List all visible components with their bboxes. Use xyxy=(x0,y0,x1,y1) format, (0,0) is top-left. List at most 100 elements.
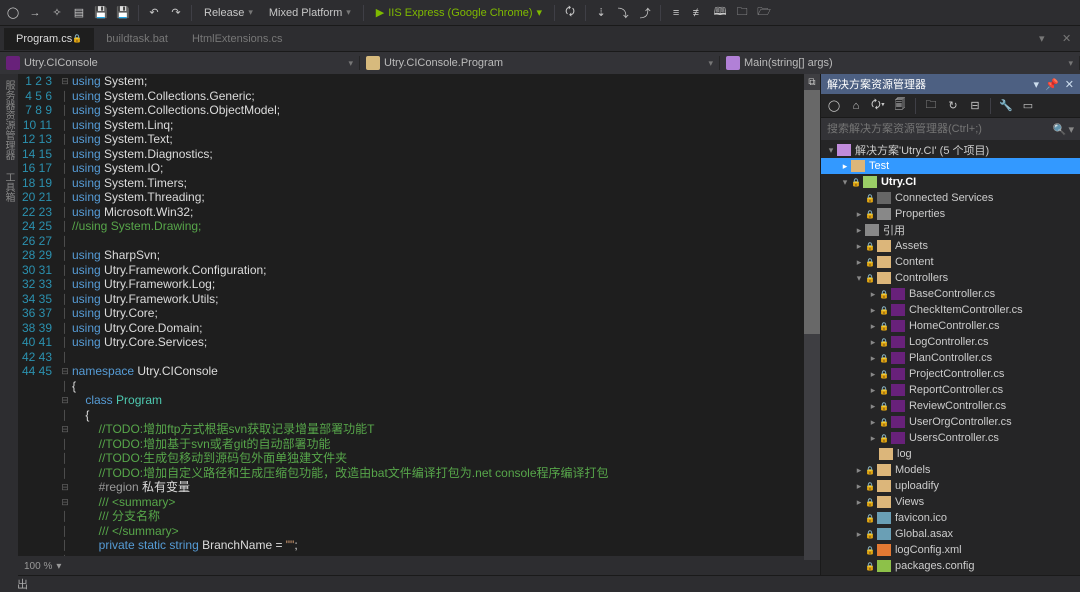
toolbox-tab[interactable]: 工具箱 xyxy=(0,166,18,208)
tree-node[interactable]: ▾🔒Controllers xyxy=(821,270,1080,286)
document-tab[interactable]: buildtask.bat xyxy=(94,28,180,50)
bookmark-next-icon[interactable]: 🗀 xyxy=(733,4,751,22)
uncomment-icon[interactable]: ≢ xyxy=(689,4,707,22)
tree-node-label: Connected Services xyxy=(895,192,993,204)
tree-node-label: LogController.cs xyxy=(909,336,989,348)
nav-class-label: Utry.CIConsole.Program xyxy=(384,57,503,69)
solution-tree[interactable]: ▾解决方案'Utry.CI' (5 个项目)▸Test▾🔒Utry.CI🔒Con… xyxy=(821,140,1080,592)
output-window-tab[interactable]: 输出 xyxy=(0,575,1080,592)
bookmark-icon[interactable]: 🕮 xyxy=(711,4,729,22)
refresh-icon[interactable]: ↻ xyxy=(944,97,962,115)
redo-icon[interactable]: ↷ xyxy=(167,4,185,22)
server-explorer-tab[interactable]: 服务器资源管理器 xyxy=(0,74,18,166)
tree-node[interactable]: ▸🔒Global.asax xyxy=(821,526,1080,542)
nav-member-dropdown[interactable]: Main(string[] args) xyxy=(720,56,1080,70)
step-over-icon[interactable]: ⤵ xyxy=(614,4,632,22)
properties-icon[interactable]: 🔧 xyxy=(997,97,1015,115)
tree-node-label: Models xyxy=(895,464,930,476)
pending-icon[interactable]: 🗐 xyxy=(891,97,909,115)
lock-icon: 🔒 xyxy=(879,354,889,363)
tree-node[interactable]: ▸引用 xyxy=(821,222,1080,238)
start-debug-label: IIS Express (Google Chrome) xyxy=(388,7,532,19)
tree-node[interactable]: ▸🔒CheckItemController.cs xyxy=(821,302,1080,318)
tree-node[interactable]: ▸🔒BaseController.cs xyxy=(821,286,1080,302)
tree-node[interactable]: ▸🔒Assets xyxy=(821,238,1080,254)
tree-node[interactable]: ▸🔒LogController.cs xyxy=(821,334,1080,350)
undo-icon[interactable]: ↶ xyxy=(145,4,163,22)
nav-class-dropdown[interactable]: Utry.CIConsole.Program xyxy=(360,56,720,70)
tree-node[interactable]: ▸🔒HomeController.cs xyxy=(821,318,1080,334)
tree-node[interactable]: ▸🔒ProjectController.cs xyxy=(821,366,1080,382)
new-project-icon[interactable]: ✧ xyxy=(48,4,66,22)
tree-node[interactable]: ▸🔒UsersController.cs xyxy=(821,430,1080,446)
tree-node-label: Views xyxy=(895,496,924,508)
tree-node[interactable]: ▾🔒Utry.CI xyxy=(821,174,1080,190)
show-all-icon[interactable]: 🗀 xyxy=(922,97,940,115)
browser-link-icon[interactable]: 🗘 xyxy=(561,4,579,22)
code-area[interactable]: using System;using System.Collections.Ge… xyxy=(72,74,820,556)
nav-fwd-icon[interactable]: → xyxy=(26,4,44,22)
tree-node[interactable]: ▸Test xyxy=(821,158,1080,174)
back-icon[interactable]: ◯ xyxy=(825,97,843,115)
nav-back-icon[interactable]: ◯ xyxy=(4,4,22,22)
tree-node[interactable]: ▸🔒Models xyxy=(821,462,1080,478)
comment-icon[interactable]: ≡ xyxy=(667,4,685,22)
tree-node[interactable]: ▸🔒PlanController.cs xyxy=(821,350,1080,366)
ico-cs-icon xyxy=(891,384,905,396)
zoom-level[interactable]: 100 % xyxy=(24,561,52,572)
sync-icon[interactable]: 🗘▾ xyxy=(869,97,887,115)
tree-node[interactable]: 🔒Connected Services xyxy=(821,190,1080,206)
ico-ref-icon xyxy=(865,224,879,236)
tree-node-label: ProjectController.cs xyxy=(909,368,1004,380)
ico-config-icon xyxy=(877,560,891,572)
collapse-icon[interactable]: ⊟ xyxy=(966,97,984,115)
tree-node[interactable]: ▸🔒uploadify xyxy=(821,478,1080,494)
save-icon[interactable]: 💾 xyxy=(92,4,110,22)
tree-node[interactable]: log xyxy=(821,446,1080,462)
solution-platform-dropdown[interactable]: Mixed Platform xyxy=(263,3,357,23)
panel-dropdown-icon[interactable]: ▾ xyxy=(1034,78,1040,91)
tree-node[interactable]: ▸🔒Views xyxy=(821,494,1080,510)
document-tab[interactable]: Program.cs 🔒 xyxy=(4,28,94,50)
ico-ref-icon xyxy=(877,208,891,220)
open-file-icon[interactable]: ▤ xyxy=(70,4,88,22)
step-into-icon[interactable]: ⇣ xyxy=(592,4,610,22)
tree-node[interactable]: ▸🔒UserOrgController.cs xyxy=(821,414,1080,430)
solution-config-dropdown[interactable]: Release xyxy=(198,3,259,23)
nav-project-dropdown[interactable]: Utry.CIConsole xyxy=(0,56,360,70)
ico-folder-icon xyxy=(877,480,891,492)
save-all-icon[interactable]: 💾 xyxy=(114,4,132,22)
tree-node[interactable]: 🔒packages.config xyxy=(821,558,1080,574)
toolbar-separator xyxy=(660,5,661,21)
code-editor[interactable]: 1 2 3 4 5 6 7 8 9 10 11 12 13 14 15 16 1… xyxy=(18,74,820,592)
tree-node[interactable]: ▸🔒ReportController.cs xyxy=(821,382,1080,398)
tree-node[interactable]: ▸🔒ReviewController.cs xyxy=(821,398,1080,414)
bookmark-prev-icon[interactable]: 🗁 xyxy=(755,4,773,22)
lock-icon: 🔒 xyxy=(865,530,875,539)
scrollbar-thumb[interactable] xyxy=(804,74,820,334)
solution-explorer-title-bar[interactable]: 解决方案资源管理器 ▾ 📌 ✕ xyxy=(821,74,1080,94)
tree-node-label: BaseController.cs xyxy=(909,288,995,300)
panel-pin-icon[interactable]: 📌 xyxy=(1045,78,1059,91)
solution-search-input[interactable] xyxy=(827,123,1053,135)
home-icon[interactable]: ⌂ xyxy=(847,97,865,115)
tree-node[interactable]: ▾解决方案'Utry.CI' (5 个项目) xyxy=(821,142,1080,158)
preview-icon[interactable]: ▭ xyxy=(1019,97,1037,115)
step-out-icon[interactable]: ⤴ xyxy=(636,4,654,22)
toolbar-separator xyxy=(990,98,991,114)
fold-gutter[interactable]: ⊟│││││││││││││││││││⊟│⊟│⊟│││⊟⊟││││⊟││││⊟… xyxy=(58,74,72,556)
search-icon[interactable]: 🔍 xyxy=(1053,123,1067,136)
tree-node[interactable]: ▸🔒Properties xyxy=(821,206,1080,222)
tab-close-icon[interactable]: ✕ xyxy=(1062,32,1076,46)
ico-cs-icon xyxy=(891,416,905,428)
tree-node[interactable]: 🔒favicon.ico xyxy=(821,510,1080,526)
tree-node[interactable]: 🔒logConfig.xml xyxy=(821,542,1080,558)
tab-overflow-icon[interactable]: ▾ xyxy=(1039,32,1053,46)
tree-node[interactable]: ▸🔒Content xyxy=(821,254,1080,270)
split-editor-icon[interactable]: ⧉ xyxy=(804,74,820,90)
start-debug-button[interactable]: ▶ IIS Express (Google Chrome) ▾ xyxy=(370,6,548,19)
tree-node-label: 解决方案'Utry.CI' (5 个项目) xyxy=(855,142,989,158)
panel-close-icon[interactable]: ✕ xyxy=(1065,78,1074,91)
document-tab[interactable]: HtmlExtensions.cs xyxy=(180,28,294,50)
vertical-scrollbar[interactable] xyxy=(804,74,820,560)
